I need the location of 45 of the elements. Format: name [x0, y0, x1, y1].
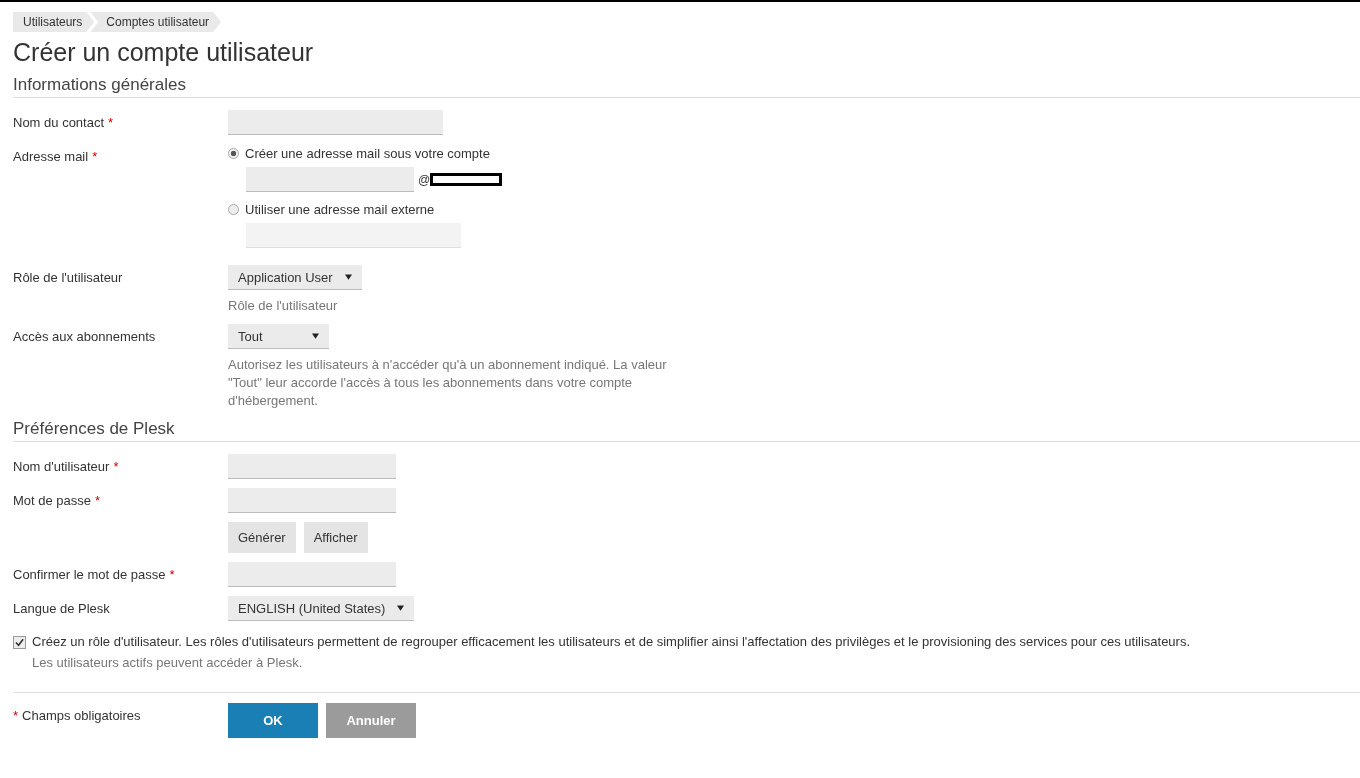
field-label: Adresse mail	[13, 149, 89, 164]
field-label: Rôle de l'utilisateur	[13, 270, 123, 285]
required-mark: *	[113, 459, 119, 474]
text-field[interactable]	[228, 488, 396, 513]
caret-icon	[344, 274, 352, 280]
required-mark: *	[108, 115, 114, 130]
checkbox[interactable]	[13, 636, 26, 649]
field-label: Mot de passe	[13, 493, 92, 508]
section-heading: Préférences de Plesk	[13, 419, 1360, 442]
field-label: Nom d'utilisateur	[13, 459, 110, 474]
radio-label: Créer une adresse mail sous votre compte	[245, 146, 490, 161]
field-label: Accès aux abonnements	[13, 329, 156, 344]
radio-button[interactable]	[228, 204, 239, 215]
checkbox-label: Créez un rôle d'utilisateur. Les rôles d'utilisateurs permettent de regrouper efficacement les utilisateurs et de simplifier ainsi l'affectation des privilèges et le provisioning des services pour ces utilisateurs.	[32, 633, 1191, 651]
dropdown[interactable]: ENGLISH (United States)	[228, 596, 415, 621]
email-field[interactable]	[246, 167, 414, 192]
email-field[interactable]	[246, 223, 461, 248]
dropdown[interactable]: Tout	[228, 324, 329, 349]
field-label: Confirmer le mot de passe	[13, 567, 166, 582]
form-button[interactable]: Générer	[228, 522, 296, 553]
required-note: Champs obligatoires	[22, 708, 141, 723]
caret-icon	[312, 333, 319, 339]
at-sign: @	[418, 172, 431, 187]
section-heading: Informations générales	[13, 75, 1360, 98]
field-label: Nom du contact	[13, 115, 105, 130]
required-mark: *	[13, 708, 19, 723]
required-mark: *	[92, 149, 98, 164]
breadcrumb-link[interactable]: Utilisateurs	[13, 12, 95, 32]
breadcrumb-link[interactable]: Comptes utilisateur	[90, 12, 222, 32]
ok-button[interactable]: OK	[228, 703, 318, 738]
text-field[interactable]	[228, 454, 396, 479]
radio-label: Utiliser une adresse mail externe	[245, 202, 435, 217]
form-button[interactable]: Afficher	[303, 522, 368, 553]
required-mark: *	[95, 493, 101, 508]
page-title: Créer un compte utilisateur	[13, 38, 315, 67]
field-hint: Autorisez les utilisateurs à n'accéder qu'à un abonnement indiqué. La valeur "Tout" leur accorde l'accès à tous les abonnements dans votre compte d'hébergement.	[228, 356, 668, 410]
text-field[interactable]	[228, 110, 443, 135]
checkbox-hint: Les utilisateurs actifs peuvent accéder à Plesk.	[32, 654, 304, 672]
radio-button[interactable]	[228, 148, 239, 159]
caret-icon	[397, 605, 405, 611]
required-mark: *	[169, 567, 175, 582]
dropdown[interactable]: Application User	[228, 265, 362, 290]
field-label: Langue de Plesk	[13, 601, 110, 616]
field-hint: Rôle de l'utilisateur	[228, 297, 339, 315]
text-field[interactable]	[228, 562, 396, 587]
